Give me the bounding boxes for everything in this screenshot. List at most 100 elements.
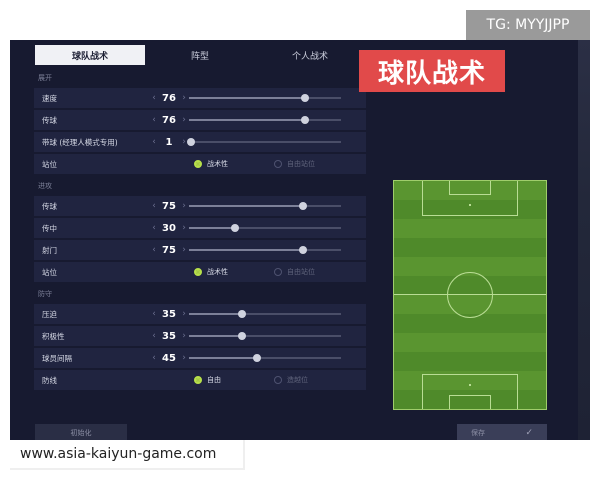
tab-individual-tactics[interactable]: 个人战术 bbox=[255, 45, 365, 65]
radio-offside-trap[interactable]: 造越位 bbox=[274, 375, 308, 385]
radio-label: 战术性 bbox=[207, 268, 228, 276]
slider-row[interactable]: 带球 (经理人模式专用) ‹ 1 › bbox=[34, 132, 366, 152]
slider-knob[interactable] bbox=[300, 116, 309, 124]
radio-tactical[interactable]: 战术性 bbox=[194, 159, 228, 169]
chevron-left-icon[interactable]: ‹ bbox=[150, 223, 158, 233]
slider-value: 30 bbox=[162, 222, 176, 234]
slider-knob[interactable] bbox=[299, 202, 307, 210]
slider-value: 76 bbox=[162, 92, 176, 104]
radio-off-icon bbox=[274, 268, 282, 276]
slider-knob[interactable] bbox=[253, 354, 262, 362]
slider-knob[interactable] bbox=[238, 332, 247, 340]
center-circle bbox=[447, 272, 493, 318]
position-row: 站位 战术性 自由站位 bbox=[34, 154, 366, 174]
slider-knob[interactable] bbox=[230, 224, 239, 232]
slider-knob[interactable] bbox=[299, 246, 307, 254]
bottom-goal-box bbox=[449, 395, 491, 409]
radio-on-icon bbox=[194, 160, 202, 168]
chevron-left-icon[interactable]: ‹ bbox=[150, 201, 158, 211]
position-label: 站位 bbox=[42, 267, 57, 277]
section-title-attack: 进攻 bbox=[38, 182, 52, 190]
radio-label: 自由 bbox=[207, 376, 221, 384]
chevron-right-icon[interactable]: › bbox=[180, 93, 188, 103]
title-banner: 球队战术 bbox=[359, 50, 505, 92]
slider-track[interactable] bbox=[189, 116, 341, 124]
position-label: 站位 bbox=[42, 159, 57, 169]
slider-value: 75 bbox=[162, 200, 176, 212]
slider-label: 压迫 bbox=[42, 309, 57, 319]
slider-row[interactable]: 传球 ‹ 75 › bbox=[34, 196, 366, 216]
chevron-left-icon[interactable]: ‹ bbox=[150, 309, 158, 319]
radio-label: 自由站位 bbox=[287, 268, 315, 276]
slider-label: 速度 bbox=[42, 93, 57, 103]
radio-off-icon bbox=[274, 376, 282, 384]
slider-label: 传球 bbox=[42, 201, 57, 211]
slider-knob[interactable] bbox=[186, 138, 195, 146]
slider-value: 45 bbox=[162, 352, 176, 364]
radio-free[interactable]: 自由站位 bbox=[274, 267, 315, 277]
slider-value: 35 bbox=[162, 308, 176, 320]
slider-track[interactable] bbox=[189, 224, 341, 232]
pitch-diagram bbox=[393, 180, 547, 410]
slider-row[interactable]: 球员间隔 ‹ 45 › bbox=[34, 348, 366, 368]
chevron-right-icon[interactable]: › bbox=[180, 223, 188, 233]
slider-row[interactable]: 传中 ‹ 30 › bbox=[34, 218, 366, 238]
save-button[interactable]: 保存 ✓ bbox=[457, 424, 547, 440]
slider-track[interactable] bbox=[189, 202, 341, 210]
tab-formation[interactable]: 阵型 bbox=[145, 45, 255, 65]
position-row: 站位 战术性 自由站位 bbox=[34, 262, 366, 282]
tab-team-tactics[interactable]: 球队战术 bbox=[35, 45, 145, 65]
chevron-right-icon[interactable]: › bbox=[180, 309, 188, 319]
slider-row[interactable]: 积极性 ‹ 35 › bbox=[34, 326, 366, 346]
section-title-build: 展开 bbox=[38, 74, 52, 82]
slider-track[interactable] bbox=[189, 310, 341, 318]
chevron-right-icon[interactable]: › bbox=[180, 331, 188, 341]
radio-free-line[interactable]: 自由 bbox=[194, 375, 221, 385]
top-goal-box bbox=[449, 181, 491, 195]
slider-value: 35 bbox=[162, 330, 176, 342]
tg-watermark: TG: MYYJJPP bbox=[466, 10, 590, 40]
chevron-right-icon[interactable]: › bbox=[180, 201, 188, 211]
penalty-spot bbox=[469, 384, 471, 386]
slider-value: 75 bbox=[162, 244, 176, 256]
game-window: 球队战术 阵型 个人战术 展开 速度 ‹ 76 › 传球 ‹ 76 › 带球 (… bbox=[10, 40, 590, 440]
slider-track[interactable] bbox=[186, 138, 341, 146]
radio-free[interactable]: 自由站位 bbox=[274, 159, 315, 169]
chevron-right-icon[interactable]: › bbox=[180, 115, 188, 125]
slider-label: 传球 bbox=[42, 115, 57, 125]
slider-label: 传中 bbox=[42, 223, 57, 233]
radio-label: 自由站位 bbox=[287, 160, 315, 168]
slider-row[interactable]: 传球 ‹ 76 › bbox=[34, 110, 366, 130]
radio-label: 战术性 bbox=[207, 160, 228, 168]
chevron-left-icon[interactable]: ‹ bbox=[150, 331, 158, 341]
chevron-left-icon[interactable]: ‹ bbox=[150, 245, 158, 255]
chevron-left-icon[interactable]: ‹ bbox=[150, 353, 158, 363]
slider-knob[interactable] bbox=[238, 310, 247, 318]
slider-value: 76 bbox=[162, 114, 176, 126]
chevron-left-icon[interactable]: ‹ bbox=[150, 115, 158, 125]
defence-line-label: 防线 bbox=[42, 375, 57, 385]
radio-tactical[interactable]: 战术性 bbox=[194, 267, 228, 277]
chevron-right-icon[interactable]: › bbox=[180, 353, 188, 363]
slider-label: 积极性 bbox=[42, 331, 65, 341]
defence-line-row: 防线 自由 造越位 bbox=[34, 370, 366, 390]
radio-label: 造越位 bbox=[287, 376, 308, 384]
slider-row[interactable]: 速度 ‹ 76 › bbox=[34, 88, 366, 108]
slider-row[interactable]: 压迫 ‹ 35 › bbox=[34, 304, 366, 324]
slider-track[interactable] bbox=[189, 332, 341, 340]
tab-bar: 球队战术 阵型 个人战术 bbox=[35, 45, 365, 65]
chevron-left-icon[interactable]: ‹ bbox=[150, 137, 158, 147]
slider-track[interactable] bbox=[189, 94, 341, 102]
radio-on-icon bbox=[194, 268, 202, 276]
slider-row[interactable]: 射门 ‹ 75 › bbox=[34, 240, 366, 260]
slider-track[interactable] bbox=[189, 354, 341, 362]
radio-off-icon bbox=[274, 160, 282, 168]
chevron-right-icon[interactable]: › bbox=[180, 245, 188, 255]
slider-knob[interactable] bbox=[300, 94, 309, 102]
slider-track[interactable] bbox=[189, 246, 341, 254]
check-icon: ✓ bbox=[525, 428, 533, 438]
chevron-left-icon[interactable]: ‹ bbox=[150, 93, 158, 103]
reset-button[interactable]: 初始化 bbox=[35, 424, 127, 440]
slider-label: 球员间隔 bbox=[42, 353, 72, 363]
url-watermark: www.asia-kaiyun-game.com bbox=[10, 440, 243, 468]
